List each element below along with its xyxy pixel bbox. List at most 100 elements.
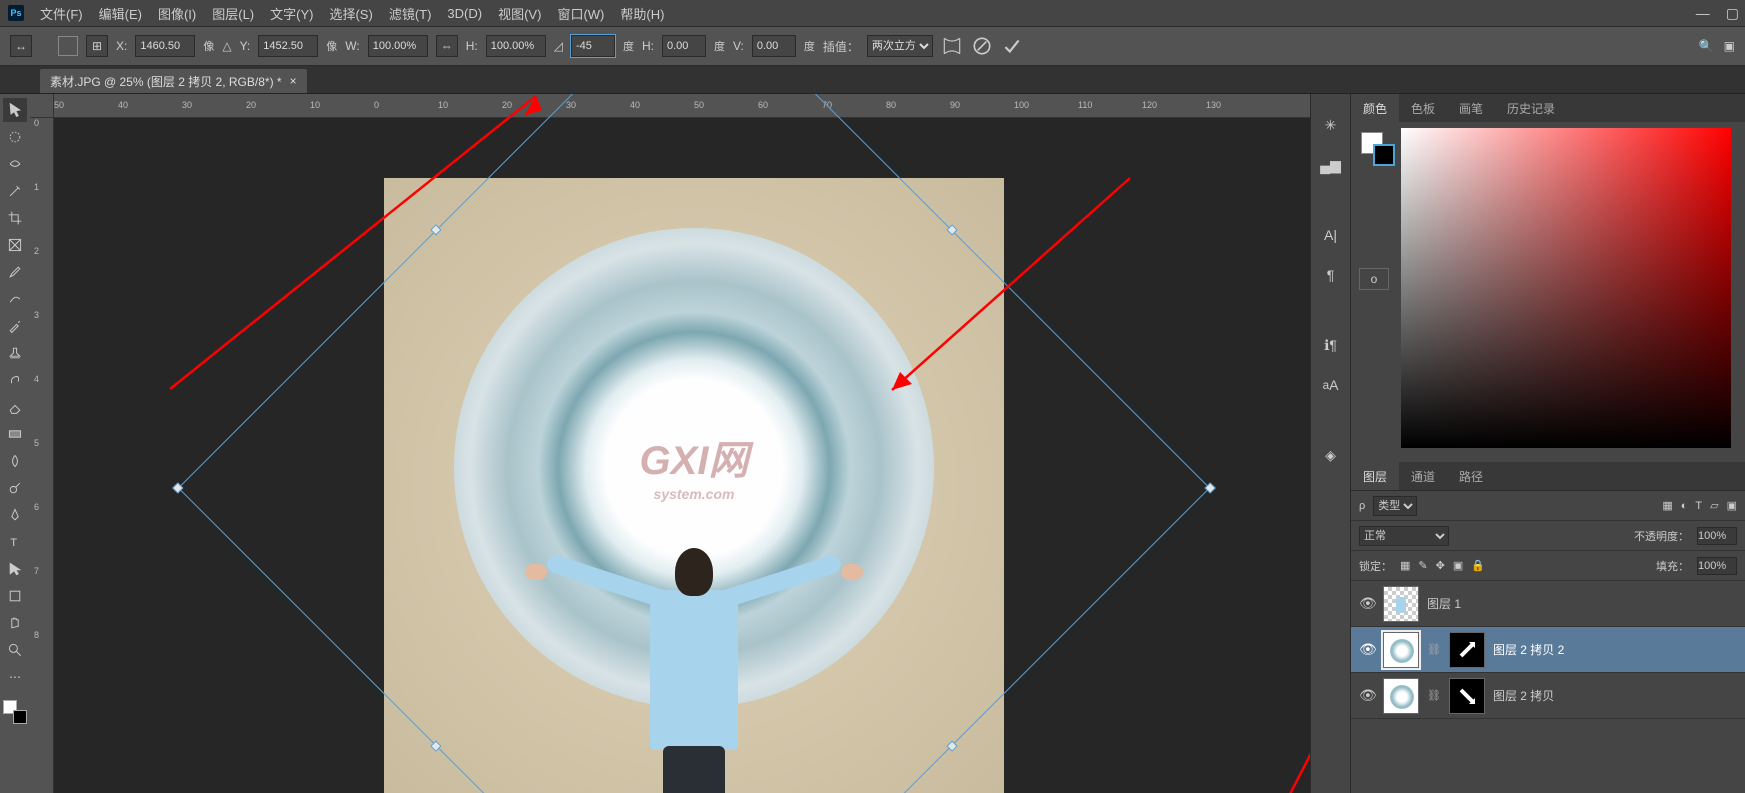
menu-filter[interactable]: 滤镜(T) [389, 4, 432, 23]
lock-position-icon[interactable]: ✥ [1436, 559, 1445, 572]
healing-brush-tool-icon[interactable] [3, 287, 27, 311]
pen-tool-icon[interactable] [3, 503, 27, 527]
lock-image-icon[interactable]: ✎ [1418, 559, 1427, 572]
shape-tool-icon[interactable] [3, 584, 27, 608]
link-wh-icon[interactable]: ⇔ [436, 35, 458, 57]
filter-adjust-icon[interactable]: ◐ [1681, 500, 1688, 512]
history-brush-tool-icon[interactable] [3, 368, 27, 392]
stamp-tool-icon[interactable] [3, 341, 27, 365]
ruler-horizontal[interactable]: 5040302010010203040506070809010011012013… [54, 94, 1310, 118]
tab-layers[interactable]: 图层 [1351, 462, 1399, 491]
opacity-input[interactable] [1697, 527, 1737, 545]
menu-image[interactable]: 图像(I) [158, 4, 196, 23]
background-color[interactable] [13, 710, 27, 724]
layer-name[interactable]: 图层 1 [1427, 595, 1461, 612]
menu-view[interactable]: 视图(V) [498, 4, 541, 23]
strip-styles-icon[interactable]: aA [1320, 374, 1342, 396]
skew-v-input[interactable] [752, 35, 796, 57]
ruler-origin[interactable] [30, 94, 54, 118]
strip-compass-icon[interactable]: ✳ [1320, 114, 1342, 136]
strip-character-icon[interactable]: A| [1320, 224, 1342, 246]
canvas[interactable]: GXI网system.com [54, 118, 1310, 793]
strip-histogram-icon[interactable]: ▄▆ [1320, 154, 1342, 176]
document-tab[interactable]: 素材.JPG @ 25% (图层 2 拷贝 2, RGB/8*) * × [40, 69, 307, 93]
channel-indicator[interactable]: o [1359, 268, 1389, 290]
rotate-angle-input[interactable] [571, 35, 615, 57]
layer-name[interactable]: 图层 2 拷贝 [1493, 687, 1554, 704]
h-input[interactable] [486, 35, 546, 57]
filter-type-icon[interactable]: T [1695, 500, 1702, 512]
tab-history[interactable]: 历史记录 [1495, 94, 1567, 123]
menu-type[interactable]: 文字(Y) [270, 4, 313, 23]
gradient-tool-icon[interactable] [3, 422, 27, 446]
strip-3d-icon[interactable]: ◈ [1320, 444, 1342, 466]
menu-help[interactable]: 帮助(H) [620, 4, 664, 23]
strip-glyphs-icon[interactable]: ℹ¶ [1320, 334, 1342, 356]
blend-mode-select[interactable]: 正常 [1359, 526, 1449, 546]
layer-mask-thumb[interactable] [1449, 632, 1485, 668]
x-input[interactable] [135, 35, 195, 57]
transform-handle[interactable] [172, 482, 183, 493]
relative-position-icon[interactable]: ⊞ [86, 35, 108, 57]
warp-mode-icon[interactable] [941, 35, 963, 57]
zoom-tool-icon[interactable] [3, 638, 27, 662]
skew-h-input[interactable] [662, 35, 706, 57]
layer-row[interactable]: 👁 ⛓ 图层 2 拷贝 [1351, 673, 1745, 719]
ruler-vertical[interactable]: 012345678 [30, 118, 54, 793]
filter-smart-icon[interactable]: ▣ [1727, 499, 1737, 512]
type-tool-icon[interactable]: T [3, 530, 27, 554]
layer-name[interactable]: 图层 2 拷贝 2 [1493, 641, 1564, 658]
menu-file[interactable]: 文件(F) [40, 4, 83, 23]
crop-tool-icon[interactable] [3, 206, 27, 230]
transform-tool-icon[interactable]: ↔ [10, 35, 32, 57]
menu-edit[interactable]: 编辑(E) [99, 4, 142, 23]
document-image[interactable]: GXI网system.com [384, 178, 1004, 793]
close-tab-icon[interactable]: × [290, 74, 297, 88]
panel-background-color[interactable] [1373, 144, 1395, 166]
layer-row[interactable]: 👁 ⛓ 图层 2 拷贝 2 [1351, 627, 1745, 673]
search-icon[interactable]: 🔍 [1699, 39, 1714, 53]
layer-thumb[interactable] [1383, 632, 1419, 668]
layer-kind-select[interactable]: 类型 [1373, 496, 1417, 516]
reference-point-icon[interactable] [58, 36, 78, 56]
menu-3d[interactable]: 3D(D) [447, 6, 482, 21]
layer-thumb[interactable] [1383, 586, 1419, 622]
arrange-docs-icon[interactable]: ▣ [1724, 39, 1735, 53]
frame-tool-icon[interactable] [3, 233, 27, 257]
fill-input[interactable] [1697, 557, 1737, 575]
path-select-tool-icon[interactable] [3, 557, 27, 581]
dodge-tool-icon[interactable] [3, 476, 27, 500]
strip-paragraph-icon[interactable]: ¶ [1320, 264, 1342, 286]
layer-thumb[interactable] [1383, 678, 1419, 714]
y-input[interactable] [258, 35, 318, 57]
cancel-transform-icon[interactable] [971, 35, 993, 57]
color-picker-square[interactable] [1401, 128, 1731, 448]
transform-handle[interactable] [1205, 482, 1216, 493]
w-input[interactable] [368, 35, 428, 57]
tab-swatches[interactable]: 色板 [1399, 94, 1447, 123]
window-minimize-icon[interactable]: ― [1696, 5, 1710, 21]
link-mask-icon[interactable]: ⛓ [1427, 643, 1441, 656]
hand-tool-icon[interactable] [3, 611, 27, 635]
menu-window[interactable]: 窗口(W) [557, 4, 604, 23]
filter-shape-icon[interactable]: ▱ [1710, 499, 1718, 512]
eyedropper-tool-icon[interactable] [3, 260, 27, 284]
link-mask-icon[interactable]: ⛓ [1427, 689, 1441, 702]
brush-tool-icon[interactable] [3, 314, 27, 338]
visibility-icon[interactable]: 👁 [1359, 687, 1375, 704]
commit-transform-icon[interactable] [1001, 35, 1023, 57]
lock-artboard-icon[interactable]: ▣ [1453, 559, 1463, 572]
lock-all-icon[interactable]: 🔒 [1471, 559, 1485, 572]
filter-pixel-icon[interactable]: ▦ [1662, 499, 1672, 512]
edit-toolbar-icon[interactable]: ⋯ [3, 665, 27, 689]
marquee-tool-icon[interactable] [3, 125, 27, 149]
tab-brushes[interactable]: 画笔 [1447, 94, 1495, 123]
layer-row[interactable]: 👁 图层 1 [1351, 581, 1745, 627]
visibility-icon[interactable]: 👁 [1359, 641, 1375, 658]
tab-paths[interactable]: 路径 [1447, 462, 1495, 491]
eraser-tool-icon[interactable] [3, 395, 27, 419]
lasso-tool-icon[interactable] [3, 152, 27, 176]
window-maximize-icon[interactable]: ▢ [1726, 5, 1739, 22]
visibility-icon[interactable]: 👁 [1359, 595, 1375, 612]
menu-select[interactable]: 选择(S) [329, 4, 372, 23]
